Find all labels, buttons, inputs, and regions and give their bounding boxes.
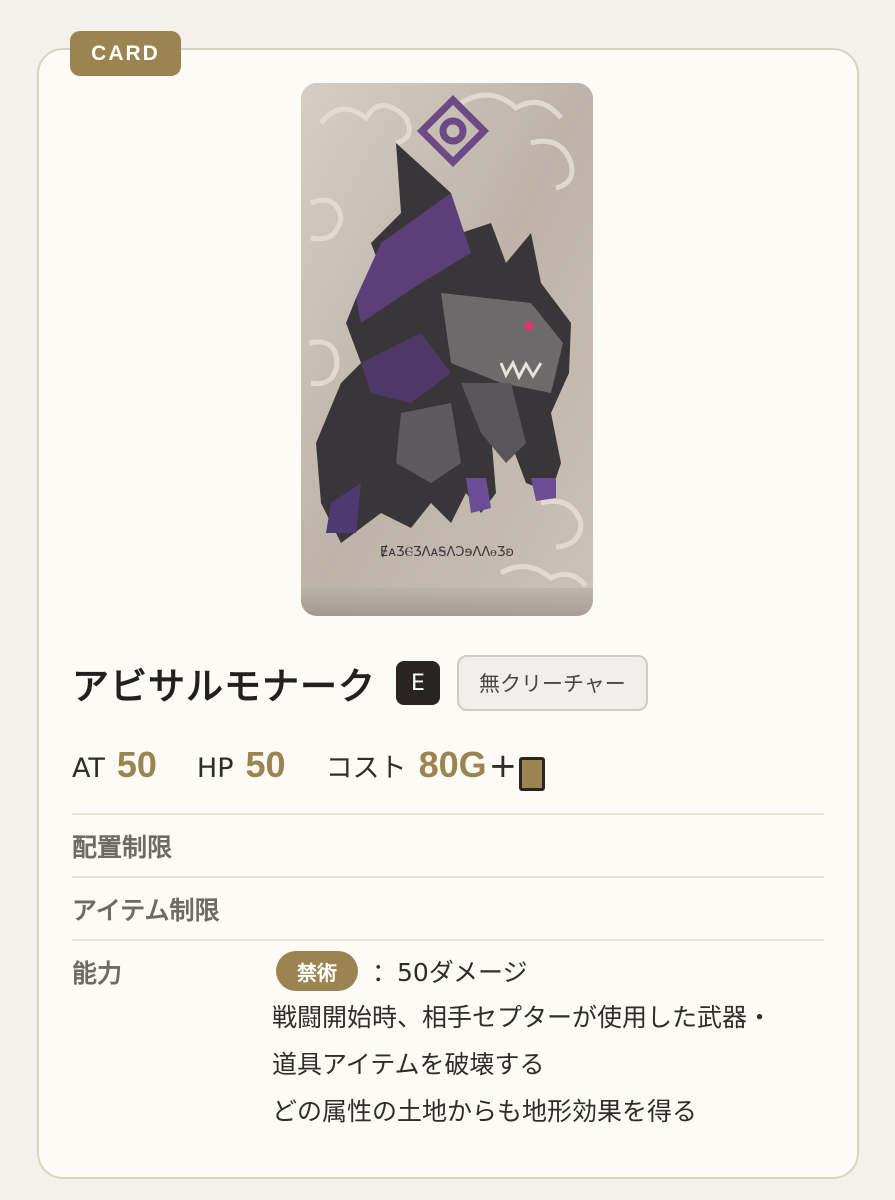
card-icon (519, 757, 546, 791)
ability-line: 戦闘開始時、相手セプターが使用した武器・ (272, 1003, 773, 1032)
placement-restriction-label: 配置制限 (72, 833, 173, 862)
ability-label: 能力 (72, 959, 123, 988)
ability-line: 道具アイテムを破壊する (272, 1050, 545, 1079)
stats-row: AT 50 HP 50 コスト 80G + (72, 744, 546, 794)
divider (72, 813, 824, 815)
type-badge[interactable]: 無クリーチャー (457, 655, 648, 711)
ability-damage-text: ：50ダメージ (372, 958, 528, 987)
rank-badge: E (396, 661, 440, 705)
at-label: AT (72, 753, 105, 784)
hp-value: 50 (245, 744, 286, 785)
cost-plus: + (488, 746, 518, 786)
card-illustration[interactable]: ɆᴀƷⲈƷɅᴀᎦɅƆɘɅɅⲑƷʚ (301, 83, 593, 616)
cost-label: コスト (325, 753, 407, 784)
ability-first-line: 禁術 ：50ダメージ (272, 948, 772, 994)
card-name: アビサルモナーク (72, 665, 376, 708)
ability-line: どの属性の土地からも地形効果を得る (272, 1097, 698, 1126)
cost-value: 80G (418, 744, 487, 785)
ability-description: 禁術 ：50ダメージ 戦闘開始時、相手セプターが使用した武器・ 道具アイテムを破… (272, 948, 772, 1135)
card-name-row: アビサルモナーク E 無クリーチャー (72, 655, 648, 711)
card-section-tag: CARD (70, 31, 181, 76)
monster-artwork: ɆᴀƷⲈƷɅᴀᎦɅƆɘɅɅⲑƷʚ (301, 83, 593, 616)
divider (72, 939, 824, 941)
at-value: 50 (116, 744, 157, 785)
item-restriction-label: アイテム制限 (72, 896, 220, 925)
divider (72, 876, 824, 878)
forbidden-art-tag[interactable]: 禁術 (276, 951, 358, 991)
rune-inscription: ɆᴀƷⲈƷɅᴀᎦɅƆɘɅɅⲑƷʚ (380, 545, 514, 560)
hp-label: HP (196, 753, 234, 784)
